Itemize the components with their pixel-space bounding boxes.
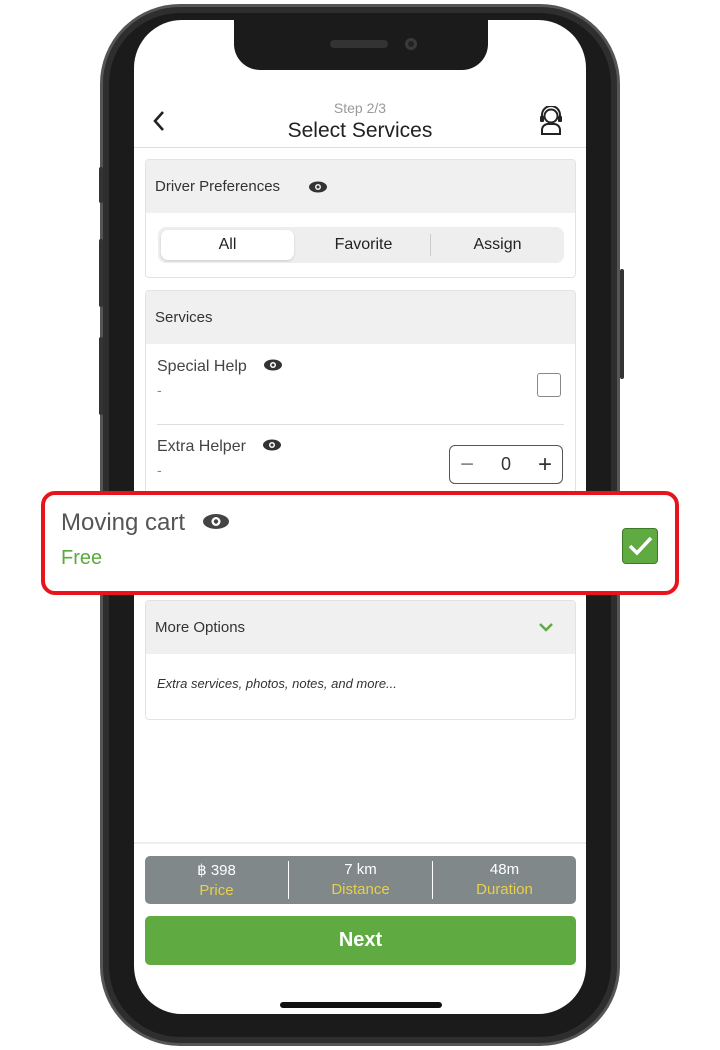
extra-helper-stepper: − 0 + [449, 445, 563, 484]
step-indicator: Step 2/3 [333, 100, 387, 116]
divider [134, 842, 586, 844]
support-agent-icon[interactable] [538, 106, 564, 136]
price-value: ฿ 398 [197, 862, 236, 879]
service-price: - [157, 382, 162, 398]
service-special-help: Special Help - [157, 358, 283, 398]
price-label: Price [199, 882, 234, 899]
header: Step 2/3 Select Services [134, 20, 586, 148]
summary-distance: 7 km Distance [289, 861, 433, 899]
eye-icon[interactable] [308, 181, 328, 193]
summary-duration: 48m Duration [433, 861, 576, 899]
mute-switch [99, 167, 103, 203]
eye-icon[interactable] [263, 359, 283, 371]
service-price: - [157, 462, 162, 478]
more-options-title: More Options [155, 619, 246, 636]
moving-cart-checkbox[interactable] [622, 528, 658, 564]
driver-preferences-card: Driver Preferences All Favorite Assign [145, 159, 576, 278]
driver-filter-segmented-control: All Favorite Assign [158, 227, 564, 263]
page-title: Select Services [287, 119, 433, 142]
driver-preferences-title: Driver Preferences [155, 178, 281, 195]
duration-value: 48m [489, 861, 520, 878]
service-extra-helper: Extra Helper - [157, 438, 282, 478]
divider [157, 424, 564, 425]
more-options-description: Extra services, photos, notes, and more.… [157, 676, 397, 691]
distance-label: Distance [331, 881, 390, 898]
trip-summary: ฿ 398 Price 7 km Distance 48m Duration [145, 856, 576, 904]
volume-down-button [99, 337, 103, 415]
quantity-value[interactable]: 0 [501, 454, 511, 475]
summary-price: ฿ 398 Price [145, 861, 289, 899]
services-title: Services [146, 291, 575, 344]
chevron-down-icon[interactable] [539, 623, 553, 632]
more-options-card[interactable]: More Options Extra services, photos, not… [145, 600, 576, 720]
service-name: Moving cart [61, 509, 186, 536]
distance-value: 7 km [344, 861, 377, 878]
checkmark-icon [628, 536, 653, 556]
tab-all[interactable]: All [161, 230, 294, 260]
duration-label: Duration [476, 881, 533, 898]
eye-icon[interactable] [202, 513, 230, 530]
special-help-checkbox[interactable] [537, 373, 561, 397]
volume-up-button [99, 239, 103, 307]
plus-icon[interactable]: + [538, 451, 552, 479]
power-button [620, 269, 624, 379]
minus-icon[interactable]: − [460, 451, 474, 479]
eye-icon[interactable] [262, 439, 282, 451]
service-name: Special Help [157, 358, 247, 375]
tab-favorite[interactable]: Favorite [297, 234, 431, 256]
tab-assign[interactable]: Assign [431, 227, 564, 263]
service-price: Free [61, 547, 103, 569]
highlighted-service-moving-cart: Moving cart Free [41, 491, 679, 595]
service-name: Extra Helper [157, 438, 246, 455]
next-button[interactable]: Next [145, 916, 576, 965]
home-indicator [280, 1002, 442, 1008]
